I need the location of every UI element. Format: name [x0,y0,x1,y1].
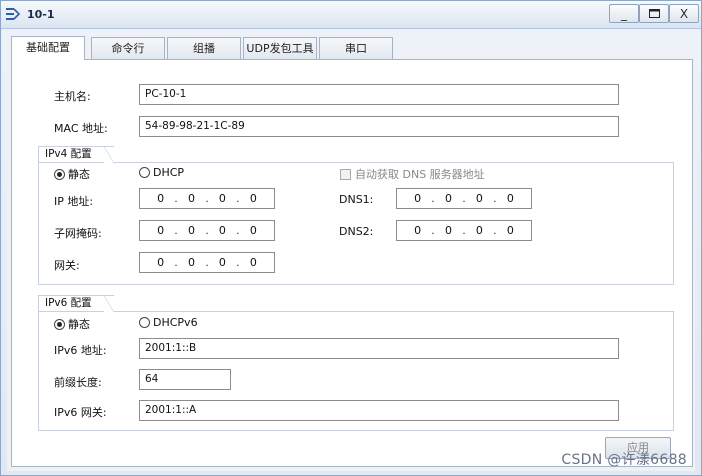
gateway-octet-4: 0 [249,256,257,269]
ipv4-static-label: 静态 [68,168,90,181]
watermark-text: CSDN @许漾6688 [561,452,687,468]
gateway-octet-3: 0 [218,256,226,269]
dns2-label: DNS2: [339,225,374,238]
mask-octet-2: 0 [188,224,195,237]
close-button[interactable]: X [669,4,699,23]
ipv4-dhcp-label: DHCP [153,166,185,179]
maximize-icon [648,9,660,18]
ipv6-address-input[interactable]: 2001:1::B [139,338,619,359]
mac-address-field[interactable]: 54-89-98-21-1C-89 [139,116,619,137]
basic-config-panel: 主机名: PC-10-1 MAC 地址: 54-89-98-21-1C-89 I… [11,59,693,467]
auto-dns-checkbox[interactable]: 自动获取 DNS 服务器地址 [340,166,485,182]
gateway-label: 网关: [54,259,80,272]
ipv6-static-radio[interactable]: 静态 [54,316,90,332]
tab-basic-config[interactable]: 基础配置 [11,36,85,60]
ipv6-dhcp-label: DHCPv6 [153,316,198,329]
ipv4-section-title: IPv4 配置 [38,146,114,164]
client-area: 基础配置 命令行 组播 UDP发包工具 串口 主机名: PC-10-1 MAC … [7,35,695,471]
dns1-octet-1: 0 [414,192,422,205]
tab-udp-tool[interactable]: UDP发包工具 [243,37,317,59]
ip-octet-3: 0 [218,192,226,205]
ip-octet-2: 0 [188,192,195,205]
ip-address-label: IP 地址: [54,195,94,208]
ipv6-dhcpv6-radio[interactable]: DHCPv6 [139,316,198,329]
mask-octet-3: 0 [218,224,226,237]
minimize-icon: _ [621,6,627,21]
subnet-mask-label: 子网掩码: [54,227,102,240]
ip-octet-1: 0 [157,192,165,205]
minimize-button[interactable]: _ [609,4,639,23]
ipv6-address-label: IPv6 地址: [54,344,107,357]
gateway-octet-1: 0 [157,256,165,269]
dns2-octet-2: 0 [445,224,452,237]
tab-serial[interactable]: 串口 [319,37,393,59]
dns1-label: DNS1: [339,193,374,206]
tab-command-line[interactable]: 命令行 [91,37,165,59]
dns2-octet-3: 0 [475,224,483,237]
dns2-input[interactable]: 0. 0. 0. 0 [396,220,532,241]
auto-dns-label: 自动获取 DNS 服务器地址 [355,168,485,181]
window-title: 10-1 [27,8,55,21]
gateway-input[interactable]: 0. 0. 0. 0 [139,252,275,273]
app-icon [6,8,21,20]
subnet-mask-input[interactable]: 0. 0. 0. 0 [139,220,275,241]
dns1-octet-4: 0 [506,192,514,205]
ipv6-gateway-label: IPv6 网关: [54,406,107,419]
mask-octet-4: 0 [249,224,257,237]
ip-address-input[interactable]: 0. 0. 0. 0 [139,188,275,209]
radio-unselected-icon [139,167,150,178]
gateway-octet-2: 0 [188,256,195,269]
title-bar[interactable]: 10-1 _ X [1,1,701,29]
ip-octet-4: 0 [249,192,257,205]
tab-multicast[interactable]: 组播 [167,37,241,59]
ipv4-dhcp-radio[interactable]: DHCP [139,166,184,179]
prefix-length-input[interactable]: 64 [139,369,231,390]
radio-unselected-icon [139,317,150,328]
ipv4-static-radio[interactable]: 静态 [54,166,90,182]
dns2-octet-1: 0 [414,224,422,237]
radio-selected-icon [54,168,65,180]
close-icon: X [679,6,689,21]
radio-selected-icon [54,318,65,330]
app-window: 10-1 _ X 基础配置 命令行 组播 UDP发包工具 串口 主机名: PC-… [0,0,702,476]
dns2-octet-4: 0 [506,224,514,237]
ipv6-section-title: IPv6 配置 [38,295,114,313]
dns1-octet-3: 0 [475,192,483,205]
ipv6-gateway-input[interactable]: 2001:1::A [139,400,619,421]
maximize-button[interactable] [639,4,669,23]
checkbox-icon [340,168,351,180]
dns1-octet-2: 0 [445,192,452,205]
prefix-length-label: 前缀长度: [54,376,102,389]
mac-label: MAC 地址: [54,122,108,135]
ipv6-static-label: 静态 [68,318,90,331]
dns1-input[interactable]: 0. 0. 0. 0 [396,188,532,209]
hostname-label: 主机名: [54,90,91,103]
hostname-input[interactable]: PC-10-1 [139,84,619,105]
mask-octet-1: 0 [157,224,165,237]
